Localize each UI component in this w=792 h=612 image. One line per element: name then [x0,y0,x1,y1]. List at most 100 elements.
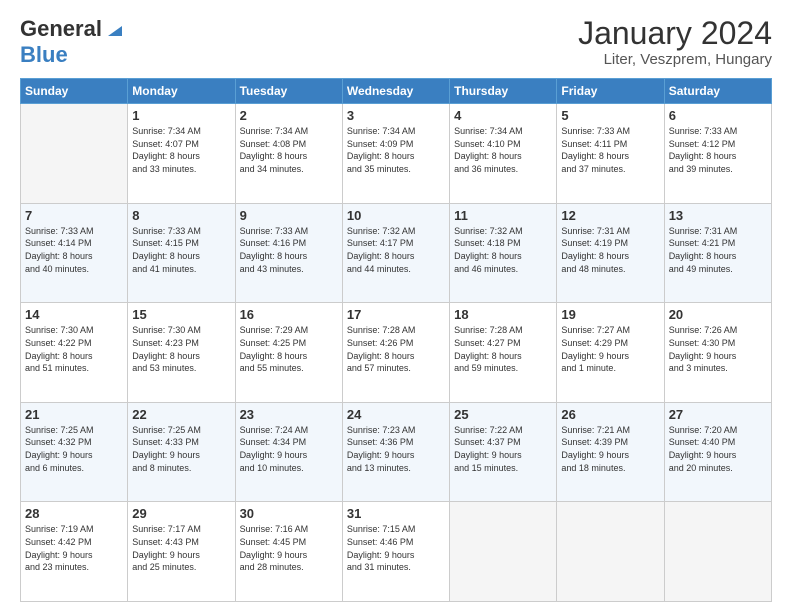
day-number: 4 [454,108,552,123]
calendar-cell: 3 Sunrise: 7:34 AM Sunset: 4:09 PM Daylig… [342,104,449,204]
day-info: Sunrise: 7:17 AM Sunset: 4:43 PM Dayligh… [132,523,230,573]
day-info: Sunrise: 7:21 AM Sunset: 4:39 PM Dayligh… [561,424,659,474]
day-number: 6 [669,108,767,123]
calendar-cell: 11 Sunrise: 7:32 AM Sunset: 4:18 PM Dayli… [450,203,557,303]
calendar-cell: 13 Sunrise: 7:31 AM Sunset: 4:21 PM Dayli… [664,203,771,303]
day-number: 10 [347,208,445,223]
day-info: Sunrise: 7:30 AM Sunset: 4:23 PM Dayligh… [132,324,230,374]
calendar-cell [557,502,664,602]
calendar-title: January 2024 [578,16,772,51]
calendar-cell: 21 Sunrise: 7:25 AM Sunset: 4:32 PM Dayli… [21,402,128,502]
day-number: 5 [561,108,659,123]
calendar-cell: 30 Sunrise: 7:16 AM Sunset: 4:45 PM Dayli… [235,502,342,602]
day-info: Sunrise: 7:16 AM Sunset: 4:45 PM Dayligh… [240,523,338,573]
header: General Blue January 2024 Liter, Veszpre… [20,16,772,68]
day-info: Sunrise: 7:22 AM Sunset: 4:37 PM Dayligh… [454,424,552,474]
day-number: 19 [561,307,659,322]
day-number: 26 [561,407,659,422]
calendar-week-2: 7 Sunrise: 7:33 AM Sunset: 4:14 PM Daylig… [21,203,772,303]
page: General Blue January 2024 Liter, Veszpre… [0,0,792,612]
logo: General Blue [20,16,126,68]
calendar-cell: 4 Sunrise: 7:34 AM Sunset: 4:10 PM Daylig… [450,104,557,204]
calendar-subtitle: Liter, Veszprem, Hungary [578,51,772,68]
calendar-cell: 10 Sunrise: 7:32 AM Sunset: 4:17 PM Dayli… [342,203,449,303]
calendar-cell: 24 Sunrise: 7:23 AM Sunset: 4:36 PM Dayli… [342,402,449,502]
day-info: Sunrise: 7:33 AM Sunset: 4:11 PM Dayligh… [561,125,659,175]
title-block: January 2024 Liter, Veszprem, Hungary [578,16,772,68]
day-number: 28 [25,506,123,521]
day-number: 15 [132,307,230,322]
day-number: 17 [347,307,445,322]
calendar-cell: 1 Sunrise: 7:34 AM Sunset: 4:07 PM Daylig… [128,104,235,204]
day-info: Sunrise: 7:31 AM Sunset: 4:21 PM Dayligh… [669,225,767,275]
day-number: 1 [132,108,230,123]
day-number: 18 [454,307,552,322]
calendar-cell [664,502,771,602]
calendar-header-row: SundayMondayTuesdayWednesdayThursdayFrid… [21,79,772,104]
day-info: Sunrise: 7:27 AM Sunset: 4:29 PM Dayligh… [561,324,659,374]
calendar-week-1: 1 Sunrise: 7:34 AM Sunset: 4:07 PM Daylig… [21,104,772,204]
day-number: 31 [347,506,445,521]
calendar: SundayMondayTuesdayWednesdayThursdayFrid… [20,78,772,602]
day-number: 20 [669,307,767,322]
calendar-cell: 7 Sunrise: 7:33 AM Sunset: 4:14 PM Daylig… [21,203,128,303]
day-number: 29 [132,506,230,521]
calendar-cell: 12 Sunrise: 7:31 AM Sunset: 4:19 PM Dayli… [557,203,664,303]
day-info: Sunrise: 7:15 AM Sunset: 4:46 PM Dayligh… [347,523,445,573]
calendar-cell: 2Sunrise: 7:34 AM Sunset: 4:08 PM Daylig… [235,104,342,204]
day-info: Sunrise: 7:34 AM Sunset: 4:07 PM Dayligh… [132,125,230,175]
day-info: Sunrise: 7:33 AM Sunset: 4:15 PM Dayligh… [132,225,230,275]
calendar-week-3: 14 Sunrise: 7:30 AM Sunset: 4:22 PM Dayli… [21,303,772,403]
calendar-cell: 26 Sunrise: 7:21 AM Sunset: 4:39 PM Dayli… [557,402,664,502]
day-info: Sunrise: 7:19 AM Sunset: 4:42 PM Dayligh… [25,523,123,573]
day-number: 3 [347,108,445,123]
day-number: 11 [454,208,552,223]
calendar-cell: 22Sunrise: 7:25 AM Sunset: 4:33 PM Dayli… [128,402,235,502]
day-info: Sunrise: 7:32 AM Sunset: 4:17 PM Dayligh… [347,225,445,275]
calendar-table: SundayMondayTuesdayWednesdayThursdayFrid… [20,78,772,602]
day-info: Sunrise: 7:28 AM Sunset: 4:26 PM Dayligh… [347,324,445,374]
col-header-wednesday: Wednesday [342,79,449,104]
day-info: Sunrise: 7:20 AM Sunset: 4:40 PM Dayligh… [669,424,767,474]
calendar-cell [21,104,128,204]
calendar-cell [450,502,557,602]
day-number: 25 [454,407,552,422]
day-number: 14 [25,307,123,322]
logo-general: General [20,16,102,42]
day-number: 7 [25,208,123,223]
day-info: Sunrise: 7:31 AM Sunset: 4:19 PM Dayligh… [561,225,659,275]
day-info: Sunrise: 7:30 AM Sunset: 4:22 PM Dayligh… [25,324,123,374]
day-number: 9 [240,208,338,223]
calendar-cell: 9 Sunrise: 7:33 AM Sunset: 4:16 PM Daylig… [235,203,342,303]
col-header-thursday: Thursday [450,79,557,104]
day-info: Sunrise: 7:25 AM Sunset: 4:33 PM Dayligh… [132,424,230,474]
day-info: Sunrise: 7:29 AM Sunset: 4:25 PM Dayligh… [240,324,338,374]
day-info: Sunrise: 7:33 AM Sunset: 4:16 PM Dayligh… [240,225,338,275]
day-number: 13 [669,208,767,223]
day-info: Sunrise: 7:24 AM Sunset: 4:34 PM Dayligh… [240,424,338,474]
day-number: 8 [132,208,230,223]
calendar-cell: 25 Sunrise: 7:22 AM Sunset: 4:37 PM Dayli… [450,402,557,502]
calendar-cell: 29 Sunrise: 7:17 AM Sunset: 4:43 PM Dayli… [128,502,235,602]
col-header-sunday: Sunday [21,79,128,104]
calendar-week-4: 21 Sunrise: 7:25 AM Sunset: 4:32 PM Dayli… [21,402,772,502]
day-info: Sunrise: 7:34 AM Sunset: 4:09 PM Dayligh… [347,125,445,175]
col-header-monday: Monday [128,79,235,104]
day-number: 30 [240,506,338,521]
day-info: Sunrise: 7:26 AM Sunset: 4:30 PM Dayligh… [669,324,767,374]
day-info: Sunrise: 7:32 AM Sunset: 4:18 PM Dayligh… [454,225,552,275]
calendar-cell: 20 Sunrise: 7:26 AM Sunset: 4:30 PM Dayli… [664,303,771,403]
day-number: 21 [25,407,123,422]
day-number: 24 [347,407,445,422]
day-number: 27 [669,407,767,422]
day-info: Sunrise: 7:28 AM Sunset: 4:27 PM Dayligh… [454,324,552,374]
col-header-tuesday: Tuesday [235,79,342,104]
day-number: 12 [561,208,659,223]
calendar-cell: 8 Sunrise: 7:33 AM Sunset: 4:15 PM Daylig… [128,203,235,303]
day-info: Sunrise: 7:34 AM Sunset: 4:10 PM Dayligh… [454,125,552,175]
day-info: Sunrise: 7:25 AM Sunset: 4:32 PM Dayligh… [25,424,123,474]
day-info: Sunrise: 7:23 AM Sunset: 4:36 PM Dayligh… [347,424,445,474]
calendar-cell: 5 Sunrise: 7:33 AM Sunset: 4:11 PM Daylig… [557,104,664,204]
day-info: Sunrise: 7:33 AM Sunset: 4:14 PM Dayligh… [25,225,123,275]
calendar-week-5: 28 Sunrise: 7:19 AM Sunset: 4:42 PM Dayli… [21,502,772,602]
